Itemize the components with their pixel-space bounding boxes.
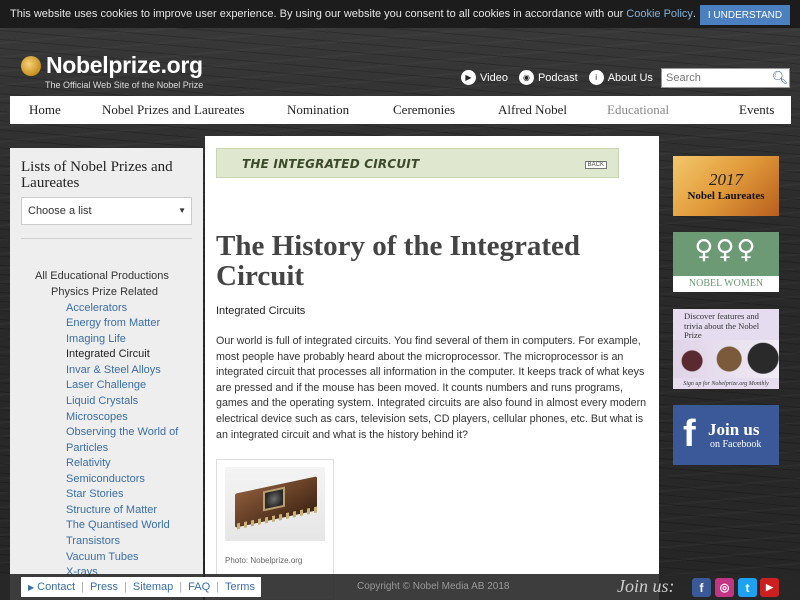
promo-nobel-women[interactable]: ♀♀♀ NOBEL WOMEN	[673, 232, 779, 292]
video-link[interactable]: ▶ Video	[461, 70, 508, 85]
nav-educational[interactable]: Educational	[607, 102, 669, 118]
sidebar-item-structure[interactable]: Structure of Matter	[66, 504, 157, 516]
site-logo[interactable]: Nobelprize.org	[21, 52, 203, 79]
body-paragraph: Our world is full of integrated circuits…	[216, 335, 647, 441]
sidebar-item-particles[interactable]: Particles	[66, 442, 108, 454]
chevron-down-icon: ▼	[178, 206, 186, 215]
cookie-banner: This website uses cookies to improve use…	[0, 0, 800, 28]
i-understand-button[interactable]: I UNDERSTAND	[700, 5, 790, 25]
footer-links: ▶ Contact | Press | Sitemap | FAQ | Term…	[21, 577, 261, 597]
arrow-right-icon: ▶	[28, 582, 35, 592]
cookie-message: This website uses cookies to improve use…	[10, 8, 624, 20]
about-us-link[interactable]: i About Us	[588, 70, 653, 85]
footer-separator: |	[179, 581, 183, 593]
instagram-icon[interactable]: ◎	[715, 578, 734, 597]
section-banner: THE INTEGRATED CIRCUIT BACK	[216, 148, 619, 178]
nav-nomination[interactable]: Nomination	[287, 102, 349, 118]
fb-on-label: on Facebook	[710, 439, 762, 450]
info-icon: i	[588, 70, 604, 85]
sidebar-item-all-educational[interactable]: All Educational Productions	[35, 270, 169, 282]
podcast-icon: ◉	[518, 70, 534, 85]
signup-text: Sign up for Nobelprize.org Monthly	[683, 381, 769, 387]
photo-caption: Photo: Nobelprize.org	[225, 556, 303, 565]
nav-ceremonies[interactable]: Ceremonies	[393, 102, 455, 118]
sidebar-item-invar[interactable]: Invar & Steel Alloys	[66, 364, 161, 376]
sidebar-item-microscopes[interactable]: Microscopes	[66, 411, 128, 423]
footer-faq[interactable]: FAQ	[188, 581, 210, 593]
nobel-medal-icon	[21, 55, 41, 76]
banner-title: THE INTEGRATED CIRCUIT	[242, 157, 420, 171]
media-links: ▶ Video ◉ Podcast i About Us	[461, 70, 664, 85]
facebook-icon[interactable]: f	[692, 578, 711, 597]
nav-home[interactable]: Home	[29, 102, 61, 118]
laureate-portraits	[673, 340, 779, 378]
sidebar-item-energy[interactable]: Energy from Matter	[66, 317, 160, 329]
podcast-label: Podcast	[537, 71, 578, 84]
sidebar-item-observing[interactable]: Observing the World of	[66, 426, 178, 438]
sidebar-item-integrated-circuit[interactable]: Integrated Circuit	[66, 348, 150, 360]
logo-text: Nobelprize.org	[46, 52, 203, 78]
main-nav: Home Nobel Prizes and Laureates Nominati…	[10, 96, 791, 124]
sidebar-title: Lists of Nobel Prizes and Laureates	[21, 159, 173, 191]
sidebar-item-transistors[interactable]: Transistors	[66, 535, 120, 547]
facebook-icon: f	[683, 413, 696, 455]
about-us-label: About Us	[607, 71, 653, 84]
main-content: THE INTEGRATED CIRCUIT BACK The History …	[205, 136, 659, 600]
discover-text: Discover features and trivia about the N…	[684, 311, 760, 340]
left-sidebar: Lists of Nobel Prizes and Laureates Choo…	[10, 148, 203, 600]
footer-press[interactable]: Press	[90, 581, 118, 593]
promo-2017-laureates[interactable]: 2017 Nobel Laureates	[673, 156, 779, 216]
site-tagline: The Official Web Site of the Nobel Prize	[45, 80, 204, 90]
sidebar-item-quantised[interactable]: The Quantised World	[66, 519, 170, 531]
footer-separator: |	[216, 581, 220, 593]
video-label: Video	[480, 71, 508, 84]
footer-terms[interactable]: Terms	[225, 581, 255, 593]
footer: ▶ Contact | Press | Sitemap | FAQ | Term…	[0, 574, 800, 600]
integrated-circuit-photo[interactable]	[225, 467, 325, 541]
search-icon[interactable]: 🔍︎	[771, 69, 789, 87]
sidebar-item-star-stories[interactable]: Star Stories	[66, 488, 123, 500]
fb-join-label: Join us	[708, 420, 760, 439]
footer-separator: |	[81, 581, 84, 593]
promo-year: 2017	[709, 170, 743, 189]
sidebar-item-semiconductors[interactable]: Semiconductors	[66, 473, 145, 485]
twitter-icon[interactable]: t	[738, 578, 757, 597]
copyright: Copyright © Nobel Media AB 2018	[357, 581, 510, 592]
sidebar-item-laser[interactable]: Laser Challenge	[66, 379, 146, 391]
section-subhead: Integrated Circuits	[216, 305, 306, 317]
promo-laureates-label: Nobel Laureates	[687, 190, 765, 202]
sidebar-item-liquid-crystals[interactable]: Liquid Crystals	[66, 395, 138, 407]
nav-events[interactable]: Events	[739, 102, 774, 118]
podcast-link[interactable]: ◉ Podcast	[518, 70, 578, 85]
sidebar-item-accelerators[interactable]: Accelerators	[66, 302, 127, 314]
select-value: Choose a list	[28, 205, 92, 217]
promo-facebook[interactable]: f Join us on Facebook	[673, 405, 779, 465]
back-button[interactable]: BACK	[584, 161, 607, 169]
sidebar-item-vacuum-tubes[interactable]: Vacuum Tubes	[66, 551, 139, 563]
sidebar-item-physics[interactable]: Physics Prize Related	[51, 286, 158, 298]
choose-list-select[interactable]: Choose a list ▼	[21, 197, 192, 225]
play-icon: ▶	[461, 70, 476, 85]
promo-newsletter[interactable]: Discover features and trivia about the N…	[673, 309, 779, 389]
youtube-icon[interactable]: ▶	[760, 578, 779, 597]
cookie-period: .	[692, 8, 696, 20]
page-title: The History of the Integrated Circuit	[216, 230, 581, 292]
nobel-women-label: NOBEL WOMEN	[673, 276, 779, 292]
cookie-policy-link[interactable]: Cookie Policy	[626, 8, 693, 20]
footer-sitemap[interactable]: Sitemap	[133, 581, 173, 593]
footer-separator: |	[124, 581, 127, 593]
footer-contact[interactable]: Contact	[37, 581, 75, 593]
nav-alfred-nobel[interactable]: Alfred Nobel	[498, 102, 567, 118]
sidebar-divider	[21, 238, 192, 239]
join-us-label: Join us:	[617, 576, 675, 596]
sidebar-item-imaging-life[interactable]: Imaging Life	[66, 333, 126, 345]
sidebar-item-relativity[interactable]: Relativity	[66, 457, 111, 469]
female-symbol-icon: ♀♀♀	[694, 235, 758, 265]
nav-nobel-prizes[interactable]: Nobel Prizes and Laureates	[102, 102, 245, 118]
